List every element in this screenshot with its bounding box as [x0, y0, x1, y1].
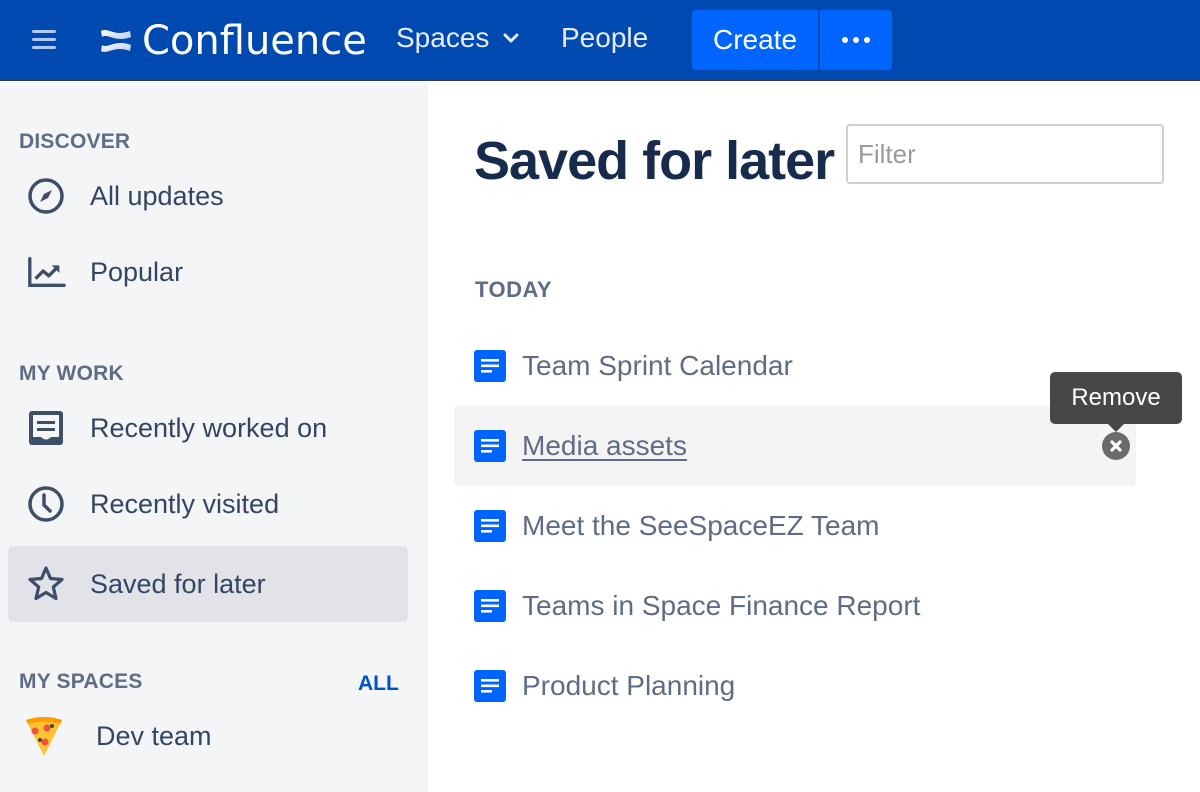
close-icon — [1110, 440, 1122, 452]
remove-button[interactable] — [1102, 432, 1130, 460]
sidebar-item-recently-visited[interactable]: Recently visited — [8, 466, 408, 542]
list-item-title[interactable]: Product Planning — [522, 670, 735, 702]
chevron-down-icon — [503, 33, 519, 43]
sidebar-item-recently-worked-on[interactable]: Recently worked on — [8, 390, 408, 466]
page-title: Saved for later — [474, 131, 835, 191]
sidebar-item-label: All updates — [90, 180, 224, 211]
list-item[interactable]: Teams in Space Finance Report — [454, 566, 1136, 646]
confluence-logo-icon — [101, 30, 131, 52]
sidebar-item-popular[interactable]: Popular — [8, 234, 408, 310]
group-label-today: TODAY — [475, 277, 553, 302]
list-item-title[interactable]: Teams in Space Finance Report — [522, 590, 920, 622]
confluence-logo[interactable]: Confluence — [98, 18, 367, 64]
sidebar-item-label: Dev team — [96, 720, 212, 751]
sidebar-item-label: Recently visited — [90, 488, 280, 519]
page-document-icon — [474, 670, 506, 702]
create-button-group: Create — [692, 10, 892, 70]
list-item-title[interactable]: Media assets — [522, 430, 687, 462]
trending-chart-icon — [26, 252, 66, 292]
list-item[interactable]: Media assets — [454, 406, 1136, 486]
list-item[interactable]: Team Sprint Calendar — [454, 326, 1136, 406]
page-document-icon — [474, 510, 506, 542]
star-icon — [26, 564, 66, 604]
create-button[interactable]: Create — [692, 10, 820, 70]
filter-input[interactable] — [846, 124, 1164, 184]
nav-spaces-dropdown[interactable]: Spaces — [396, 22, 519, 54]
sidebar-item-label: Recently worked on — [90, 412, 328, 443]
all-spaces-link[interactable]: ALL — [358, 672, 399, 696]
list-item-title[interactable]: Meet the SeeSpaceEZ Team — [522, 510, 879, 542]
sidebar-item-all-updates[interactable]: All updates — [8, 158, 408, 234]
document-tray-icon — [26, 408, 66, 448]
sidebar-item-label: Popular — [90, 256, 184, 287]
list-item-title[interactable]: Team Sprint Calendar — [522, 350, 793, 382]
page-document-icon — [474, 350, 506, 382]
main-content: Saved for later TODAY Team Sprint Calend… — [428, 82, 1200, 792]
section-label-my-work: MY WORK — [19, 362, 124, 385]
section-label-discover: DISCOVER — [19, 130, 131, 153]
nav-spaces-label: Spaces — [396, 22, 490, 53]
page-document-icon — [474, 430, 506, 462]
more-options-button[interactable] — [820, 10, 892, 70]
more-horizontal-icon — [842, 37, 848, 43]
list-item[interactable]: Meet the SeeSpaceEZ Team — [454, 486, 1136, 566]
clock-icon — [26, 484, 66, 524]
menu-hamburger-icon[interactable] — [32, 30, 56, 50]
remove-tooltip: Remove — [1050, 372, 1182, 432]
sidebar-item-dev-team[interactable]: Dev team — [8, 698, 408, 774]
list-item[interactable]: Product Planning — [454, 646, 1136, 726]
page-document-icon — [474, 590, 506, 622]
section-label-my-spaces: MY SPACES — [19, 670, 143, 693]
compass-icon — [26, 176, 66, 216]
sidebar: DISCOVER All updates Popular MY WORK Rec… — [0, 82, 428, 792]
app-name: Confluence — [142, 18, 367, 64]
pizza-icon — [24, 716, 64, 756]
top-navigation-bar: Confluence Spaces People Create — [0, 0, 1200, 81]
nav-people-link[interactable]: People — [561, 22, 648, 54]
sidebar-item-label: Saved for later — [90, 568, 266, 599]
sidebar-item-saved-for-later[interactable]: Saved for later — [8, 546, 408, 622]
